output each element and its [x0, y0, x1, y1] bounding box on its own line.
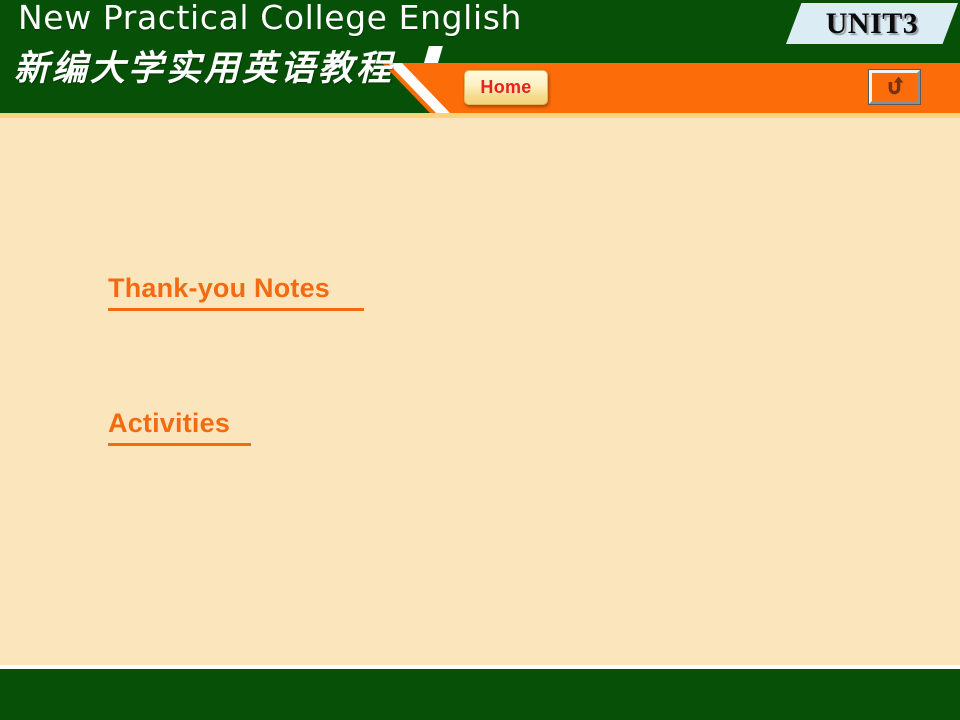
home-button[interactable]: Home: [464, 70, 548, 105]
course-title-chinese: 新编大学实用英语教程: [14, 49, 395, 89]
home-button-label: Home: [480, 77, 532, 97]
link-thank-you-notes-label: Thank-you Notes: [108, 273, 331, 303]
slide-root: New Practical College English UNIT3 新编大学…: [0, 0, 960, 720]
slide-content: Thank-you Notes Activities: [0, 118, 960, 665]
course-title-english: New Practical College English: [18, 0, 523, 37]
link-thank-you-notes-underline: [108, 308, 364, 311]
unit-badge-label: UNIT3: [825, 6, 919, 40]
footer-banner: [0, 669, 960, 720]
unit-badge: UNIT3: [786, 3, 958, 44]
link-activities-underline: [108, 443, 251, 446]
link-thank-you-notes[interactable]: Thank-you Notes: [108, 273, 364, 311]
return-button[interactable]: [868, 69, 921, 105]
link-activities-label: Activities: [108, 408, 231, 438]
link-activities[interactable]: Activities: [108, 408, 251, 446]
return-arrow-icon: [883, 76, 907, 98]
